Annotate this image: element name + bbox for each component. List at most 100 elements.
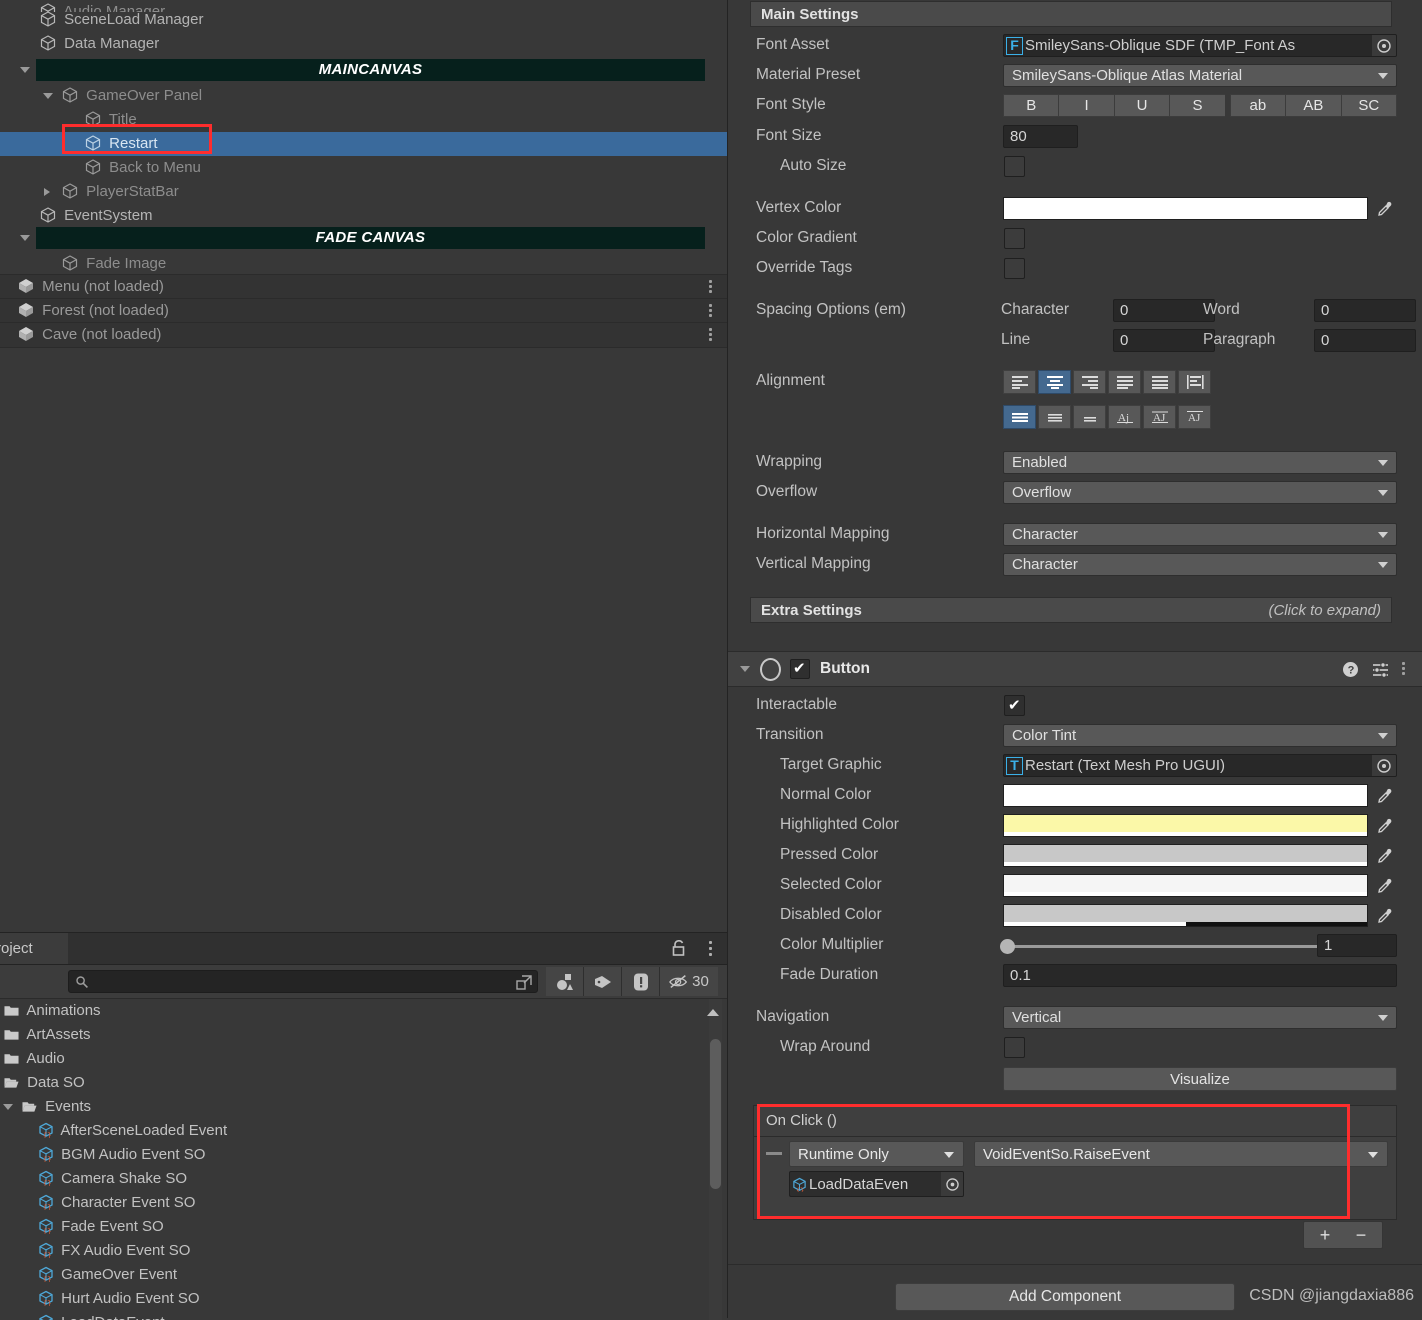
expand-arrow-icon[interactable] [20, 67, 30, 73]
button-component-header[interactable]: ✔ Button ? [728, 651, 1422, 687]
main-settings-header[interactable]: Main Settings [750, 1, 1392, 27]
eyedropper-icon[interactable] [1373, 904, 1397, 927]
eyedropper-icon[interactable] [1373, 814, 1397, 837]
project-item-audio[interactable]: Audio [0, 1047, 727, 1071]
overflow-dropdown[interactable]: Overflow [1003, 481, 1397, 504]
button-enabled-checkbox[interactable]: ✔ [790, 659, 810, 679]
on-click-object-field[interactable]: {} LoadDataEven [789, 1171, 964, 1197]
on-click-add-button[interactable]: + [1307, 1225, 1343, 1246]
hierarchy-item-fade-image[interactable]: Fade Image [0, 252, 727, 276]
highlighted-color-swatch[interactable] [1003, 814, 1368, 837]
pressed-color-swatch[interactable] [1003, 844, 1368, 867]
hierarchy-item-sceneload-manager[interactable]: SceneLoad Manager [0, 8, 727, 32]
collapse-arrow-icon[interactable] [44, 188, 50, 196]
eyedropper-icon[interactable] [1373, 784, 1397, 807]
color-gradient-checkbox[interactable] [1004, 228, 1025, 249]
extra-settings-header[interactable]: Extra Settings (Click to expand) [750, 597, 1392, 623]
font-style-smallcaps-button[interactable]: SC [1340, 94, 1397, 117]
on-click-remove-button[interactable]: − [1343, 1225, 1379, 1246]
valign-baseline-button[interactable]: Aj [1108, 405, 1141, 429]
warnings-filter-button[interactable] [622, 967, 660, 996]
hierarchy-item-restart[interactable]: Restart [0, 132, 727, 156]
alignment-vertical-group[interactable]: Aj AJ AJ [1003, 405, 1211, 429]
on-click-mode-dropdown[interactable]: Runtime Only [789, 1141, 964, 1167]
help-icon[interactable]: ? [1342, 661, 1359, 678]
valign-midline-button[interactable]: AJ [1143, 405, 1176, 429]
spacing-paragraph-input[interactable]: 0 [1314, 329, 1416, 352]
project-item-data-so[interactable]: Data SO [0, 1071, 727, 1095]
font-style-lowercase-button[interactable]: ab [1229, 94, 1286, 117]
fade-duration-input[interactable]: 0.1 [1003, 964, 1397, 987]
font-asset-field[interactable]: F SmileySans-Oblique SDF (TMP_Font As [1003, 34, 1397, 57]
hierarchy-item-gameover-panel[interactable]: GameOver Panel [0, 84, 727, 108]
search-input[interactable] [68, 970, 538, 993]
project-item-afterscene[interactable]: {} AfterSceneLoaded Event [0, 1119, 727, 1143]
scene-row-forest[interactable]: Forest (not loaded) [0, 298, 727, 324]
normal-color-swatch[interactable] [1003, 784, 1368, 807]
eyedropper-icon[interactable] [1373, 197, 1397, 220]
expand-arrow-icon[interactable] [3, 1104, 13, 1110]
spacing-character-input[interactable]: 0 [1113, 299, 1215, 322]
project-toolbar[interactable]: 30 [0, 965, 727, 999]
hierarchy-panel[interactable]: Audio Manager SceneLoad Manager Data Man… [0, 0, 727, 932]
project-item-loaddataevent[interactable]: LoadDataEvent [0, 1311, 727, 1320]
wrap-around-checkbox[interactable] [1004, 1037, 1025, 1058]
font-style-bold-button[interactable]: B [1003, 94, 1059, 117]
expand-arrow-icon[interactable] [43, 93, 53, 99]
scene-row-cave[interactable]: Cave (not loaded) [0, 322, 727, 348]
project-scrollbar-thumb[interactable] [710, 1039, 721, 1189]
color-multiplier-slider-handle[interactable] [1000, 939, 1015, 954]
expand-arrow-icon[interactable] [740, 666, 750, 672]
eyedropper-icon[interactable] [1373, 874, 1397, 897]
lock-icon[interactable] [671, 939, 687, 957]
alignment-horizontal-group[interactable] [1003, 370, 1211, 394]
valign-capline-button[interactable]: AJ [1178, 405, 1211, 429]
font-asset-picker-icon[interactable] [1372, 35, 1396, 56]
add-component-button[interactable]: Add Component [895, 1283, 1235, 1311]
override-tags-checkbox[interactable] [1004, 258, 1025, 279]
on-click-function-dropdown[interactable]: VoidEventSo.RaiseEvent [974, 1141, 1388, 1167]
hierarchy-item-title[interactable]: Title [0, 108, 727, 132]
project-menu-icon[interactable] [709, 941, 713, 956]
vertical-mapping-dropdown[interactable]: Character [1003, 553, 1397, 576]
scene-menu-icon[interactable] [709, 328, 713, 342]
hidden-objects-count[interactable]: 30 [660, 967, 718, 996]
color-multiplier-slider[interactable] [1006, 945, 1318, 948]
project-panel[interactable]: roject 30 Animations ArtAssets [0, 932, 727, 1320]
valign-top-button[interactable] [1003, 405, 1036, 429]
scene-menu-icon[interactable] [709, 304, 713, 318]
project-tree[interactable]: Animations ArtAssets Audio Data SO Event… [0, 999, 727, 1320]
on-click-add-remove-buttons[interactable]: + − [1303, 1221, 1383, 1249]
reorder-handle-icon[interactable] [766, 1152, 782, 1155]
tab-project[interactable]: roject [0, 933, 68, 964]
spacing-line-input[interactable]: 0 [1113, 329, 1215, 352]
align-flush-button[interactable] [1143, 370, 1176, 394]
font-style-uppercase-button[interactable]: AB [1285, 94, 1341, 117]
font-style-buttons[interactable]: B I U S ab AB SC [1003, 94, 1397, 117]
hierarchy-item-maincanvas[interactable]: MAINCANVAS [0, 56, 727, 84]
vertex-color-swatch[interactable] [1003, 197, 1368, 220]
hierarchy-item-data-manager[interactable]: Data Manager [0, 32, 727, 56]
inspector-panel[interactable]: Main Settings Font Asset F SmileySans-Ob… [727, 0, 1422, 1318]
project-item-camera-shake[interactable]: {} Camera Shake SO [0, 1167, 727, 1191]
navigation-dropdown[interactable]: Vertical [1003, 1006, 1397, 1029]
target-graphic-field[interactable]: T Restart (Text Mesh Pro UGUI) [1003, 754, 1397, 777]
font-style-italic-button[interactable]: I [1058, 94, 1114, 117]
filter-by-label-button[interactable] [584, 967, 622, 996]
visualize-button[interactable]: Visualize [1003, 1067, 1397, 1091]
project-item-character-event[interactable]: {} Character Event SO [0, 1191, 727, 1215]
expand-arrow-icon[interactable] [20, 235, 30, 241]
project-item-artassets[interactable]: ArtAssets [0, 1023, 727, 1047]
valign-middle-button[interactable] [1038, 405, 1071, 429]
project-item-fx-audio[interactable]: {} FX Audio Event SO [0, 1239, 727, 1263]
spacing-word-input[interactable]: 0 [1314, 299, 1416, 322]
selected-color-swatch[interactable] [1003, 874, 1368, 897]
component-menu-icon[interactable] [1402, 662, 1406, 676]
valign-bottom-button[interactable] [1073, 405, 1106, 429]
preset-icon[interactable] [1372, 661, 1389, 678]
project-item-events[interactable]: Events [0, 1095, 727, 1119]
scroll-up-arrow-icon[interactable] [707, 1009, 719, 1016]
auto-size-checkbox[interactable] [1004, 156, 1025, 177]
on-click-object-picker-icon[interactable] [941, 1172, 963, 1196]
project-item-bgm-audio[interactable]: {} BGM Audio Event SO [0, 1143, 727, 1167]
